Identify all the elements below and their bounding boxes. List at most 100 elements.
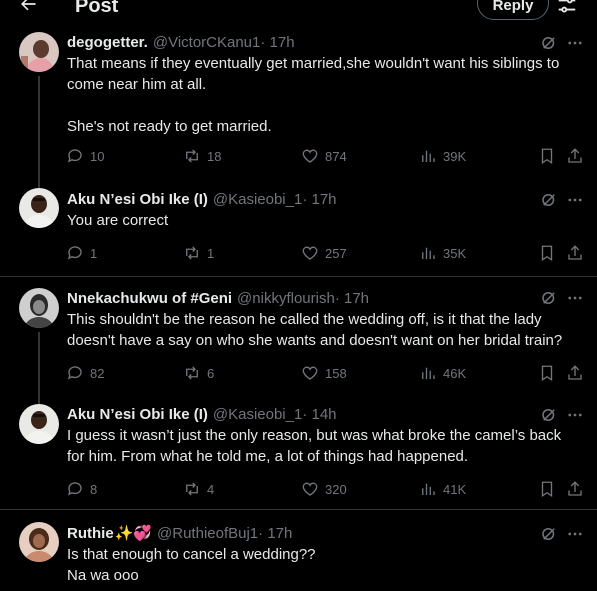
author-name[interactable]: Aku N’esi Obi Ike (I) <box>67 191 208 208</box>
author-handle[interactable]: @Kasieobi_1 <box>213 191 302 208</box>
share-action[interactable] <box>566 363 584 383</box>
post-actions: 10 18 874 39K <box>66 146 586 166</box>
bookmark-icon <box>541 481 553 498</box>
share-action[interactable] <box>566 243 584 263</box>
reply-post[interactable]: Aku N’esi Obi Ike (I) @Kasieobi_1 · 14h … <box>0 396 597 509</box>
bookmark-action[interactable] <box>538 479 556 499</box>
author-handle[interactable]: @Kasieobi_1 <box>213 406 302 423</box>
reply-action[interactable]: 82 <box>66 363 104 383</box>
name-emoji: ✨💞 <box>114 525 153 542</box>
views-action[interactable]: 39K <box>419 146 466 166</box>
post-time[interactable]: · 17h <box>335 290 369 307</box>
author-name[interactable]: degogetter. <box>67 34 148 51</box>
post-header: Ruthie ✨💞 @RuthieofBuj1 · 17h <box>67 523 292 543</box>
more-options-button[interactable] <box>566 406 584 424</box>
more-icon <box>568 296 582 300</box>
thread-line <box>38 332 40 404</box>
more-options-button[interactable] <box>566 191 584 209</box>
reply-post[interactable]: degogetter. @VictorCKanu1 · 17h That mea… <box>0 0 597 188</box>
share-icon <box>568 245 582 260</box>
post-text: You are correct <box>67 212 169 229</box>
thread-line <box>38 76 40 188</box>
heart-icon <box>302 149 318 163</box>
reply-icon <box>67 246 82 260</box>
reply-post[interactable]: Ruthie ✨💞 @RuthieofBuj1 · 17h Is that en… <box>0 510 597 591</box>
post-text: That means if they eventually get marrie… <box>67 55 560 135</box>
post-actions: 8 4 320 41K <box>66 479 586 499</box>
more-options-button[interactable] <box>566 525 584 543</box>
grok-button[interactable] <box>540 406 558 424</box>
more-icon <box>568 413 582 417</box>
reply-action[interactable]: 10 <box>66 146 104 166</box>
avatar[interactable] <box>19 288 59 328</box>
like-action[interactable]: 158 <box>301 363 347 383</box>
bookmark-icon <box>541 245 553 262</box>
bookmark-icon <box>541 365 553 382</box>
repost-action[interactable]: 4 <box>183 479 214 499</box>
post-time[interactable]: · 17h <box>260 34 294 51</box>
repost-action[interactable]: 18 <box>183 146 221 166</box>
views-action[interactable]: 41K <box>419 479 466 499</box>
share-icon <box>568 148 582 163</box>
share-icon <box>568 365 582 380</box>
reply-post[interactable]: Nnekachukwu of #Geni @nikkyflourish · 17… <box>0 277 597 404</box>
repost-icon <box>186 482 198 496</box>
author-name[interactable]: Ruthie <box>67 525 114 542</box>
repost-action[interactable]: 6 <box>183 363 214 383</box>
share-action[interactable] <box>566 479 584 499</box>
avatar[interactable] <box>19 404 59 444</box>
author-handle[interactable]: @VictorCKanu1 <box>153 34 261 51</box>
author-name[interactable]: Aku N’esi Obi Ike (I) <box>67 406 208 423</box>
post-header: degogetter. @VictorCKanu1 · 17h <box>67 32 295 52</box>
author-name[interactable]: Nnekachukwu of #Geni <box>67 290 232 307</box>
post-time[interactable]: · 17h <box>258 525 292 542</box>
more-icon <box>568 198 582 202</box>
heart-icon <box>302 482 318 496</box>
more-icon <box>568 532 582 536</box>
bookmark-action[interactable] <box>538 146 556 166</box>
repost-icon <box>186 246 198 260</box>
views-icon <box>422 367 435 379</box>
grok-icon <box>542 37 555 49</box>
views-action[interactable]: 35K <box>419 243 466 263</box>
grok-icon <box>542 292 555 304</box>
reply-icon <box>67 482 82 496</box>
more-options-button[interactable] <box>566 289 584 307</box>
bookmark-action[interactable] <box>538 243 556 263</box>
like-action[interactable]: 257 <box>301 243 347 263</box>
reply-action[interactable]: 1 <box>66 243 97 263</box>
reply-icon <box>67 149 82 163</box>
post-header: Aku N’esi Obi Ike (I) @Kasieobi_1 · 14h <box>67 404 337 424</box>
post-text: Is that enough to cancel a wedding?? Na … <box>67 546 316 584</box>
grok-button[interactable] <box>540 289 558 307</box>
share-action[interactable] <box>566 146 584 166</box>
post-time[interactable]: · 17h <box>302 191 336 208</box>
heart-icon <box>302 366 318 380</box>
reply-icon <box>67 366 82 380</box>
author-handle[interactable]: @RuthieofBuj1 <box>157 525 258 542</box>
heart-icon <box>302 246 318 260</box>
post-text: This shouldn't be the reason he called t… <box>67 311 563 349</box>
grok-button[interactable] <box>540 191 558 209</box>
post-header: Nnekachukwu of #Geni @nikkyflourish · 17… <box>67 288 369 308</box>
like-action[interactable]: 320 <box>301 479 347 499</box>
avatar[interactable] <box>19 522 59 562</box>
reply-post[interactable]: Aku N’esi Obi Ike (I) @Kasieobi_1 · 17h … <box>0 180 597 276</box>
repost-icon <box>186 366 198 380</box>
post-actions: 82 6 158 46K <box>66 363 586 383</box>
author-handle[interactable]: @nikkyflourish <box>237 290 335 307</box>
repost-action[interactable]: 1 <box>183 243 214 263</box>
grok-button[interactable] <box>540 34 558 52</box>
repost-icon <box>186 149 198 163</box>
more-options-button[interactable] <box>566 34 584 52</box>
like-action[interactable]: 874 <box>301 146 347 166</box>
reply-action[interactable]: 8 <box>66 479 97 499</box>
post-time[interactable]: · 14h <box>302 406 336 423</box>
avatar[interactable] <box>19 188 59 228</box>
avatar[interactable] <box>19 32 59 72</box>
bookmark-action[interactable] <box>538 363 556 383</box>
post-header: Aku N’esi Obi Ike (I) @Kasieobi_1 · 17h <box>67 189 337 209</box>
views-action[interactable]: 46K <box>419 363 466 383</box>
grok-button[interactable] <box>540 525 558 543</box>
bookmark-icon <box>541 148 553 165</box>
